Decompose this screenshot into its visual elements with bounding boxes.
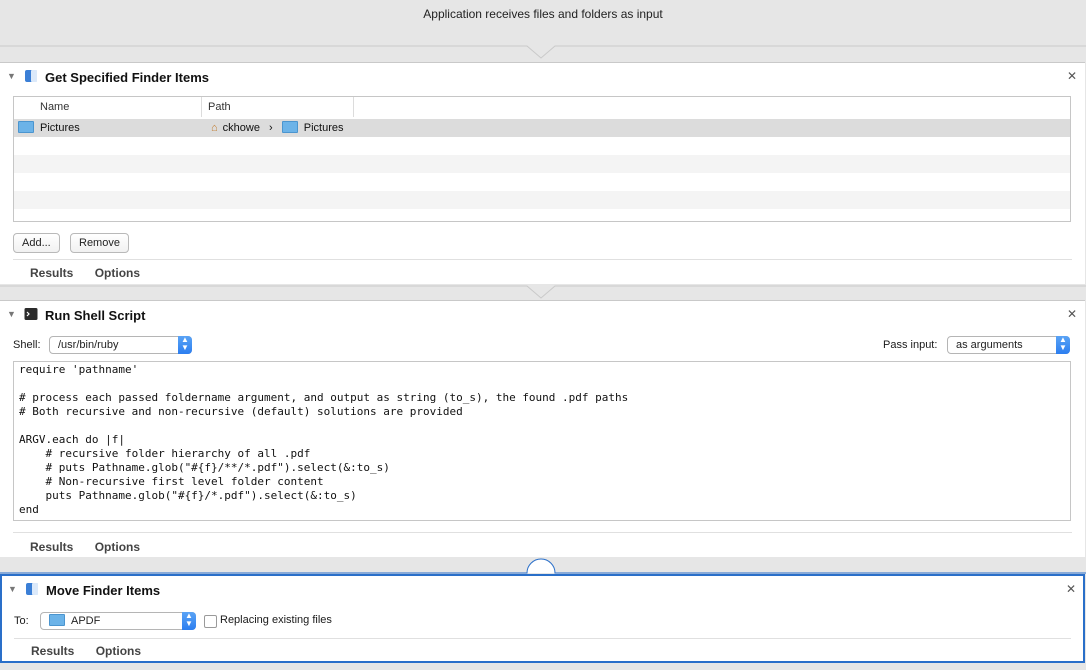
table-row[interactable]: Pictures ⌂ ckhowe › Pictures: [14, 119, 1070, 137]
column-header-path[interactable]: Path: [202, 97, 354, 117]
chevron-updown-icon: ▲ ▼: [1056, 336, 1070, 354]
finder-icon: [25, 70, 37, 82]
path-separator: ›: [269, 122, 273, 134]
table-row-empty: [14, 191, 1070, 209]
options-tab[interactable]: Options: [96, 644, 141, 658]
action-title: Move Finder Items: [46, 583, 161, 598]
terminal-icon: [24, 308, 38, 320]
finder-icon: [26, 583, 38, 595]
options-tab[interactable]: Options: [95, 266, 140, 280]
item-name: Pictures: [40, 122, 80, 134]
chevron-updown-icon: ▲ ▼: [178, 336, 192, 354]
shell-label: Shell:: [13, 339, 41, 351]
pass-input-label: Pass input:: [883, 339, 938, 351]
path-folder: Pictures: [303, 122, 344, 134]
shell-select[interactable]: /usr/bin/ruby ▲ ▼: [49, 336, 192, 354]
action-footer-tabs: Results Options: [30, 540, 158, 554]
path-home: ckhowe: [222, 122, 260, 134]
folder-icon: [281, 121, 298, 134]
workflow-input-description: Application receives files and folders a…: [423, 7, 663, 21]
close-icon[interactable]: ✕: [1067, 69, 1077, 83]
action-connector: [0, 44, 1086, 62]
remove-button[interactable]: Remove: [70, 233, 129, 253]
disclosure-triangle-icon[interactable]: ▼: [7, 309, 16, 319]
action-footer-tabs: Results Options: [30, 266, 158, 280]
chevron-updown-icon: ▲ ▼: [182, 612, 196, 630]
replace-existing-checkbox[interactable]: [204, 615, 217, 628]
table-row-empty: [14, 137, 1070, 155]
get-specified-finder-items-action: ▼ Get Specified Finder Items ✕ Name Path…: [0, 62, 1085, 286]
column-header-name[interactable]: Name: [34, 97, 202, 117]
pass-input-select[interactable]: as arguments ▲ ▼: [947, 336, 1070, 354]
table-row-empty: [14, 155, 1070, 173]
destination-folder-select[interactable]: APDF ▲ ▼: [40, 612, 196, 630]
disclosure-triangle-icon[interactable]: ▼: [8, 584, 17, 594]
action-footer-tabs: Results Options: [31, 644, 159, 658]
name-cell: Pictures: [18, 119, 80, 137]
finder-items-table: Name Path Pictures ⌂ ckhowe › Pictures: [13, 96, 1071, 222]
results-tab[interactable]: Results: [30, 540, 73, 554]
replace-existing-label: Replacing existing files: [220, 614, 332, 626]
shell-value: /usr/bin/ruby: [58, 339, 119, 351]
home-icon: ⌂: [211, 122, 218, 134]
add-button[interactable]: Add...: [13, 233, 60, 253]
disclosure-triangle-icon[interactable]: ▼: [7, 71, 16, 81]
options-tab[interactable]: Options: [95, 540, 140, 554]
results-tab[interactable]: Results: [30, 266, 73, 280]
path-cell: ⌂ ckhowe › Pictures: [211, 119, 344, 137]
destination-value: APDF: [71, 615, 101, 627]
close-icon[interactable]: ✕: [1067, 307, 1077, 321]
table-row-empty: [14, 173, 1070, 191]
results-tab[interactable]: Results: [31, 644, 74, 658]
pass-input-value: as arguments: [956, 339, 1023, 351]
run-shell-script-action: ▼ Run Shell Script ✕ Shell: /usr/bin/rub…: [0, 300, 1085, 558]
script-editor[interactable]: require 'pathname' # process each passed…: [13, 361, 1071, 521]
folder-icon: [49, 614, 65, 627]
move-finder-items-action: ▼ Move Finder Items ✕ To: APDF ▲ ▼ Replac…: [0, 574, 1085, 663]
table-row-empty: [14, 209, 1070, 221]
folder-icon: [18, 121, 34, 134]
close-icon[interactable]: ✕: [1066, 582, 1076, 596]
to-label: To:: [14, 615, 29, 627]
action-title: Run Shell Script: [45, 308, 146, 323]
action-title: Get Specified Finder Items: [45, 70, 209, 85]
action-connector: [0, 557, 1086, 575]
